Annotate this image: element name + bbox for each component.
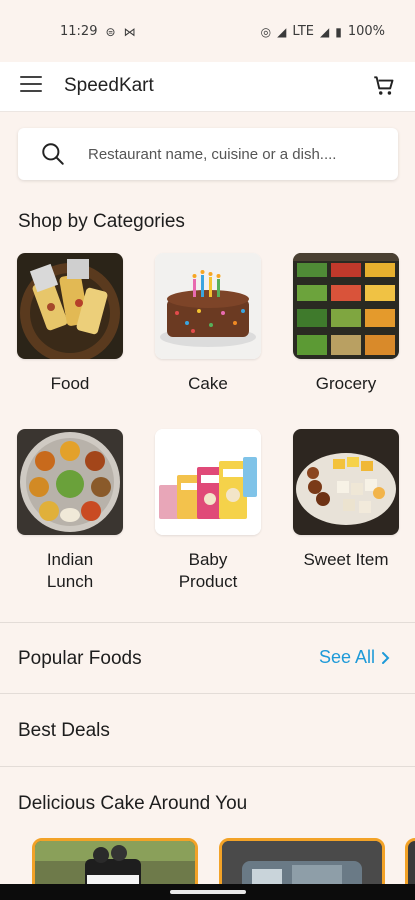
category-label: Grocery bbox=[315, 374, 377, 393]
system-nav-bar bbox=[0, 884, 415, 900]
divider bbox=[0, 622, 415, 623]
category-cake[interactable]: Cake bbox=[155, 253, 261, 395]
app-title: SpeedKart bbox=[64, 75, 154, 96]
category-label: Indian Lunch bbox=[46, 550, 94, 591]
status-time: 11:29 bbox=[60, 24, 98, 39]
chevron-right-icon bbox=[382, 651, 390, 664]
notification-icon: ⋈ bbox=[123, 24, 136, 39]
search-icon bbox=[42, 143, 64, 165]
search-bar[interactable] bbox=[18, 128, 398, 180]
hotspot-icon: ◎ bbox=[260, 24, 272, 39]
battery-level: 100% bbox=[347, 24, 385, 39]
status-bar: 11:29 ⊜ ⋈ ◎ ◢ LTE ◢ ▮ 100% bbox=[0, 0, 415, 62]
category-label: Food bbox=[50, 374, 90, 393]
category-label: Sweet Item bbox=[303, 550, 389, 569]
popular-foods-title: Popular Foods bbox=[18, 648, 142, 669]
wifi-signal-icon: ◢ bbox=[277, 24, 287, 39]
category-label: Cake bbox=[188, 374, 228, 393]
see-all-label: See All bbox=[318, 647, 375, 667]
category-grocery[interactable]: Grocery bbox=[293, 253, 399, 395]
home-gesture-handle[interactable] bbox=[170, 890, 246, 894]
category-food[interactable]: Food bbox=[17, 253, 123, 395]
category-sweet-item[interactable]: Sweet Item bbox=[293, 429, 399, 571]
indian-lunch-image bbox=[17, 429, 123, 535]
divider bbox=[0, 693, 415, 694]
app-bar: SpeedKart bbox=[0, 62, 415, 112]
food-image bbox=[17, 253, 123, 359]
divider bbox=[0, 766, 415, 767]
categories-title: Shop by Categories bbox=[18, 211, 185, 232]
category-label: Baby Product bbox=[178, 550, 238, 591]
menu-icon[interactable] bbox=[20, 76, 42, 96]
cell-signal-icon: ◢ bbox=[319, 24, 330, 39]
battery-icon: ▮ bbox=[335, 24, 342, 39]
category-baby-product[interactable]: Baby Product bbox=[155, 429, 261, 593]
category-indian-lunch[interactable]: Indian Lunch bbox=[17, 429, 123, 593]
sweet-item-image bbox=[293, 429, 399, 535]
best-deals-title: Best Deals bbox=[18, 720, 110, 741]
baby-product-image bbox=[155, 429, 261, 535]
status-right: ◎ ◢ LTE ◢ ▮ 100% bbox=[261, 24, 385, 39]
cart-icon[interactable] bbox=[371, 73, 397, 99]
status-left: 11:29 ⊜ ⋈ bbox=[60, 24, 136, 39]
grocery-image bbox=[293, 253, 399, 359]
cakes-title: Delicious Cake Around You bbox=[18, 793, 248, 814]
network-type: LTE bbox=[292, 24, 314, 39]
sync-icon: ⊜ bbox=[105, 24, 116, 39]
search-input[interactable] bbox=[88, 142, 378, 166]
see-all-link[interactable]: See All bbox=[319, 647, 391, 668]
cake-image bbox=[155, 253, 261, 359]
